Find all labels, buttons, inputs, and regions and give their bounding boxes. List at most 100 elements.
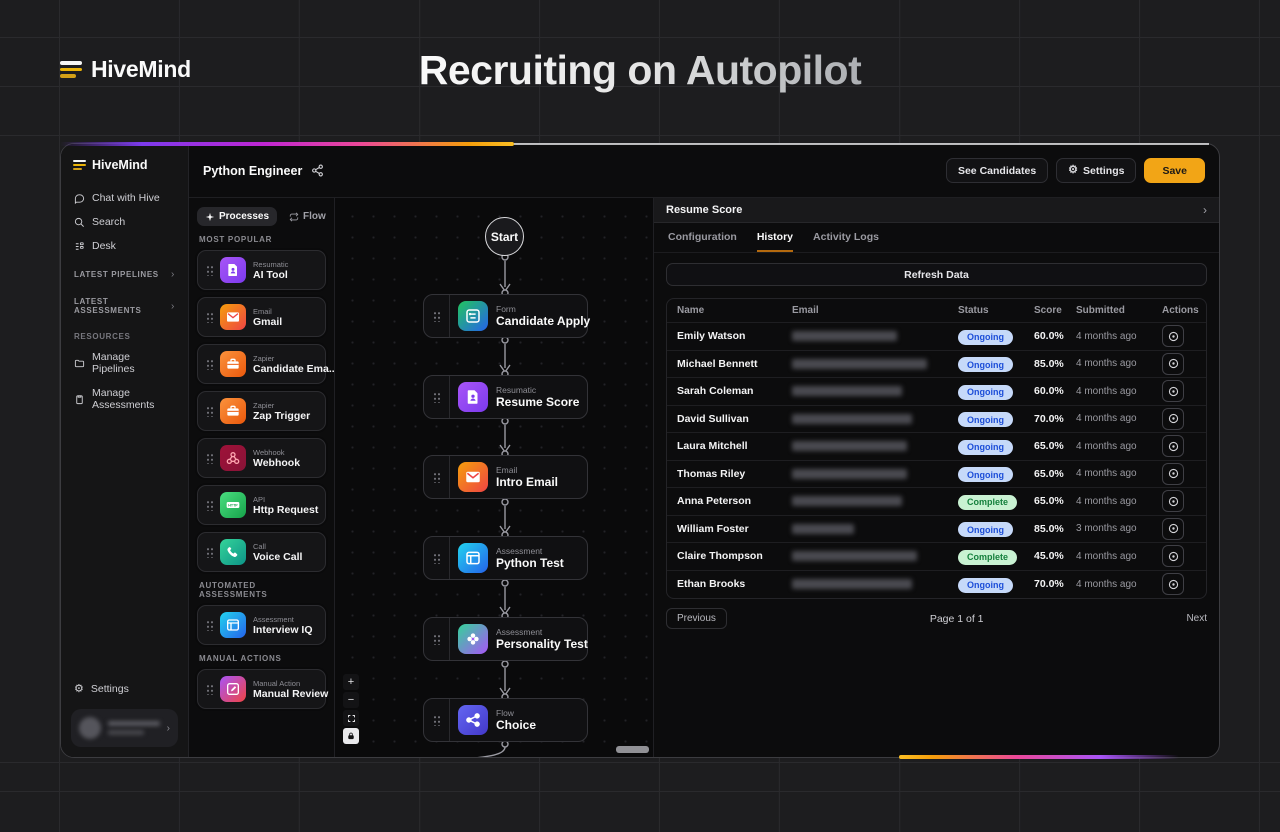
table-row[interactable]: Anna Peterson Complete 65.0% 4 months ag… (667, 488, 1206, 516)
view-candidate-button[interactable] (1162, 573, 1184, 595)
table-row[interactable]: Michael Bennett Ongoing 85.0% 4 months a… (667, 351, 1206, 379)
user-info-redacted (108, 721, 160, 735)
status-badge: Ongoing (958, 357, 1013, 372)
lock-button[interactable] (343, 728, 359, 744)
node-name: Python Test (496, 556, 564, 570)
drag-handle-icon[interactable] (424, 456, 450, 498)
view-candidate-button[interactable] (1162, 518, 1184, 540)
palette-tab-flow[interactable]: Flow (281, 207, 334, 226)
drag-handle-icon[interactable] (424, 699, 450, 741)
palette-item[interactable]: Zapier Candidate Ema... (197, 344, 326, 384)
next-page-button[interactable]: Next (1186, 613, 1207, 624)
previous-page-button[interactable]: Previous (666, 608, 727, 629)
chevron-icon: › (167, 723, 170, 734)
submitted-value: 4 months ago (1076, 441, 1162, 452)
flow-node-resume-score[interactable]: Resumatic Resume Score (423, 375, 588, 419)
sidebar-item-search[interactable]: Search (71, 210, 178, 234)
candidate-name: Michael Bennett (677, 358, 792, 370)
drag-handle-icon[interactable] (424, 537, 450, 579)
view-icon (1167, 385, 1180, 398)
palette-item[interactable]: Email Gmail (197, 297, 326, 337)
zoom-out-button[interactable]: − (343, 692, 359, 708)
node-name: Personality Test (496, 637, 588, 651)
score-value: 70.0% (1034, 413, 1076, 425)
drag-handle-icon[interactable] (198, 312, 220, 323)
view-candidate-button[interactable] (1162, 353, 1184, 375)
table-row[interactable]: Sarah Coleman Ongoing 60.0% 4 months ago (667, 378, 1206, 406)
drag-handle-icon[interactable] (424, 618, 450, 660)
fit-view-button[interactable] (343, 710, 359, 726)
refresh-data-button[interactable]: Refresh Data (666, 263, 1207, 286)
table-row[interactable]: Claire Thompson Complete 45.0% 4 months … (667, 543, 1206, 571)
view-candidate-button[interactable] (1162, 435, 1184, 457)
palette-item[interactable]: Zapier Zap Trigger (197, 391, 326, 431)
item-category: Zapier (253, 401, 310, 410)
flow-node-choice[interactable]: Flow Choice (423, 698, 588, 742)
grid-line (0, 762, 1280, 763)
item-category: Zapier (253, 354, 319, 363)
palette-item[interactable]: Resumatic AI Tool (197, 250, 326, 290)
flow-node-candidate-apply[interactable]: Form Candidate Apply (423, 294, 588, 338)
drag-handle-icon[interactable] (424, 376, 450, 418)
drag-handle-icon[interactable] (198, 359, 220, 370)
zoom-in-button[interactable]: + (343, 674, 359, 690)
button-label: See Candidates (958, 165, 1036, 177)
email-redacted (792, 551, 917, 561)
spark-icon (205, 212, 215, 222)
table-row[interactable]: William Foster Ongoing 85.0% 3 months ag… (667, 516, 1206, 544)
table-row[interactable]: David Sullivan Ongoing 70.0% 4 months ag… (667, 406, 1206, 434)
view-icon (1167, 522, 1180, 535)
email-redacted (792, 496, 902, 506)
sidebar-group-latest-assessments[interactable]: LATEST ASSESSMENTS › (71, 286, 178, 321)
drag-handle-icon[interactable] (198, 684, 220, 695)
view-candidate-button[interactable] (1162, 408, 1184, 430)
settings-button[interactable]: ⚙Settings (1056, 158, 1136, 183)
view-candidate-button[interactable] (1162, 325, 1184, 347)
palette-item[interactable]: Call Voice Call (197, 532, 326, 572)
drag-handle-icon[interactable] (198, 500, 220, 511)
flow-node-intro-email[interactable]: Email Intro Email (423, 455, 588, 499)
sidebar-item-desk[interactable]: Desk (71, 234, 178, 258)
drag-handle-icon[interactable] (198, 406, 220, 417)
see-candidates-button[interactable]: See Candidates (946, 158, 1048, 183)
view-candidate-button[interactable] (1162, 490, 1184, 512)
drag-handle-icon[interactable] (424, 295, 450, 337)
chevron-right-icon[interactable]: › (1203, 203, 1207, 217)
inspector-header[interactable]: Resume Score › (654, 198, 1219, 223)
drag-handle-icon[interactable] (198, 547, 220, 558)
sidebar-item-chat-with-hive[interactable]: Chat with Hive (71, 186, 178, 210)
palette-item[interactable]: Manual Action Manual Review (197, 669, 326, 709)
palette-tab-processes[interactable]: Processes (197, 207, 277, 226)
flow-canvas[interactable]: Start Form Candidate Apply Resumatic Res… (334, 197, 654, 757)
drag-handle-icon[interactable] (198, 453, 220, 464)
table-row[interactable]: Laura Mitchell Ongoing 65.0% 4 months ag… (667, 433, 1206, 461)
view-candidate-button[interactable] (1162, 463, 1184, 485)
flow-node-personality-test[interactable]: Assessment Personality Test (423, 617, 588, 661)
sidebar-item-settings[interactable]: ⚙ Settings (71, 677, 178, 701)
flow-node-start[interactable]: Start (485, 217, 524, 256)
drag-handle-icon[interactable] (198, 620, 220, 631)
palette-item[interactable]: HTTP API Http Request (197, 485, 326, 525)
sidebar-item-label: Desk (92, 240, 116, 252)
tab-activity-logs[interactable]: Activity Logs (813, 223, 879, 252)
table-row[interactable]: Emily Watson Ongoing 60.0% 4 months ago (667, 323, 1206, 351)
canvas-horizontal-scrollbar[interactable] (616, 746, 649, 753)
view-candidate-button[interactable] (1162, 380, 1184, 402)
tab-configuration[interactable]: Configuration (668, 223, 737, 252)
table-row[interactable]: Thomas Riley Ongoing 65.0% 4 months ago (667, 461, 1206, 489)
palette-item[interactable]: Assessment Interview IQ (197, 605, 326, 645)
sidebar-group-latest-pipelines[interactable]: LATEST PIPELINES › (71, 258, 178, 286)
share-icon[interactable] (311, 164, 324, 177)
table-row[interactable]: Ethan Brooks Ongoing 70.0% 4 months ago (667, 571, 1206, 599)
tab-history[interactable]: History (757, 223, 793, 252)
sidebar-item-manage-pipelines[interactable]: Manage Pipelines (71, 345, 178, 381)
drag-handle-icon[interactable] (198, 265, 220, 276)
sidebar-logo-label: HiveMind (92, 158, 148, 172)
email-redacted (792, 386, 902, 396)
sidebar-item-manage-assessments[interactable]: Manage Assessments (71, 381, 178, 417)
flow-node-python-test[interactable]: Assessment Python Test (423, 536, 588, 580)
user-card[interactable]: › (71, 709, 178, 747)
save-button[interactable]: Save (1144, 158, 1205, 183)
view-candidate-button[interactable] (1162, 545, 1184, 567)
palette-item[interactable]: Webhook Webhook (197, 438, 326, 478)
